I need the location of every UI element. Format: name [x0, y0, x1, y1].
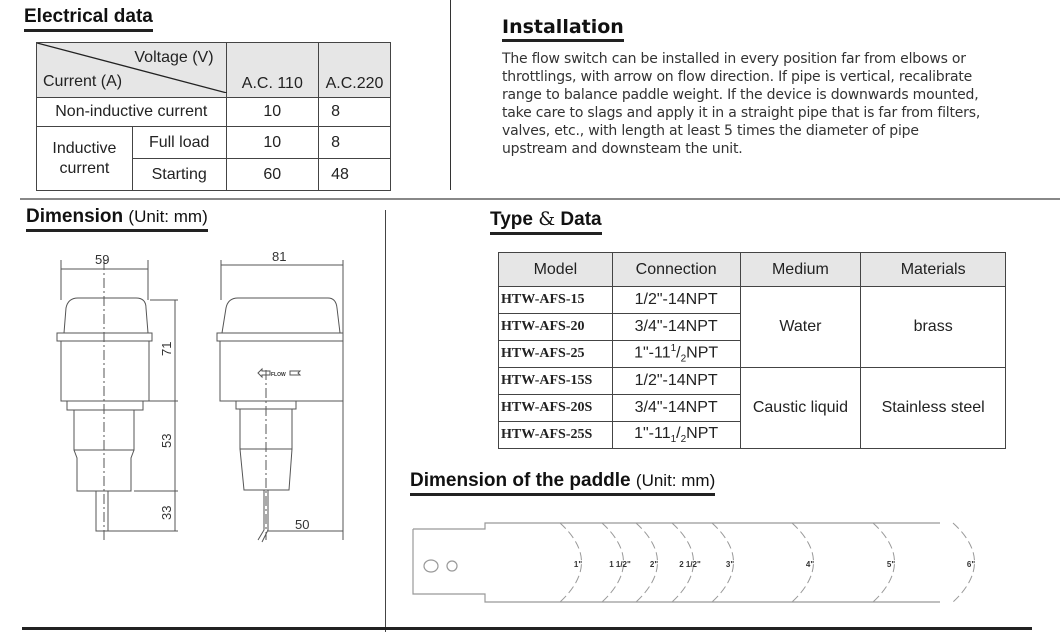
inductive-current-label: Inductive current: [36, 126, 133, 191]
model-cell: HTW-AFS-20: [498, 313, 613, 341]
col-ac220: A.C.220: [318, 42, 391, 98]
material-cell: brass: [860, 286, 1006, 368]
installation-title: Installation: [502, 16, 624, 38]
medium-cell: Water: [739, 286, 862, 368]
header-materials: Materials: [860, 252, 1006, 287]
connection-cell: 1/2"-14NPT: [611, 367, 741, 395]
paddle-size-label: 2 1/2": [679, 560, 701, 569]
material-cell: Stainless steel: [860, 367, 1006, 449]
model-cell: HTW-AFS-25: [498, 340, 613, 368]
connection-cell: 1/2"-14NPT: [611, 286, 741, 314]
header-connection: Connection: [611, 252, 741, 287]
cell-value: 48: [318, 158, 391, 191]
connection-cell: 1"-111/2NPT: [611, 421, 741, 449]
paddle-size-label: 4": [806, 560, 814, 569]
dim-side-width: 81: [272, 249, 286, 264]
cell-value: 10: [225, 97, 320, 127]
front-view: [56, 260, 178, 540]
dimension-title: Dimension: [26, 206, 124, 227]
current-label: Current (A): [43, 73, 123, 90]
paddle-outline-bottom: [412, 529, 940, 603]
table-row: Inductive current Full load 10 8: [36, 126, 391, 191]
medium-cell: Caustic liquid: [739, 367, 862, 449]
installation-text: The flow switch can be installed in ever…: [502, 51, 981, 157]
paddle-unit: (Unit: mm): [635, 471, 716, 490]
dim-paddle-length: 50: [295, 517, 309, 532]
electrical-data-title: Electrical data: [24, 6, 153, 27]
paddle-title: Dimension of the paddle: [410, 470, 631, 491]
flow-arrow-icon: [257, 367, 271, 379]
type-header-row: Model Connection Medium Materials: [498, 252, 1006, 287]
dim-front-width: 59: [95, 252, 109, 267]
header-medium: Medium: [739, 252, 862, 287]
electrical-data-table: Voltage (V) Current (A) A.C. 110 A.C.220…: [36, 42, 391, 191]
paddle-size-label: 1 1/2": [609, 560, 631, 569]
vertical-divider-bottom: [385, 210, 386, 632]
paddle-size-label: 1": [574, 560, 582, 569]
conn-text: 1"-11: [634, 424, 671, 442]
vertical-divider-top: [450, 0, 451, 190]
paddle-outline-top: [413, 522, 940, 530]
type-data-title-amp: &: [538, 208, 556, 230]
section-divider: [20, 198, 1060, 200]
table-row: HTW-AFS-15 1/2"-14NPT Water brass: [498, 286, 1006, 368]
flow-label: FLOW: [271, 372, 286, 378]
cell-value: 8: [318, 126, 391, 159]
conn-text: 1"-11: [634, 344, 671, 362]
conn-sup: 1: [670, 343, 677, 355]
dim-height-bottom: 33: [159, 506, 174, 520]
model-cell: HTW-AFS-25S: [498, 421, 613, 449]
connection-cell: 3/4"-14NPT: [611, 394, 741, 422]
paddle-heading: Dimension of the paddle (Unit: mm): [410, 470, 716, 496]
dimension-heading: Dimension (Unit: mm): [26, 206, 208, 232]
dimension-unit: (Unit: mm): [128, 207, 208, 226]
electrical-header-row: Voltage (V) Current (A) A.C. 110 A.C.220: [36, 42, 391, 98]
model-cell: HTW-AFS-20S: [498, 394, 613, 422]
model-cell: HTW-AFS-15S: [498, 367, 613, 395]
diagonal-header-cell: Voltage (V) Current (A): [36, 42, 227, 98]
dim-height-top: 71: [159, 342, 174, 356]
row-label: Starting: [131, 158, 227, 191]
conn-text: NPT: [686, 424, 719, 442]
row-label: Non-inductive current: [36, 97, 227, 127]
bottom-rule: [22, 627, 1032, 630]
type-data-title-b: Data: [560, 209, 602, 230]
table-row: HTW-AFS-15S 1/2"-14NPT Caustic liquid St…: [498, 367, 1006, 449]
paddle-size-label: 5": [887, 560, 895, 569]
dim-height-mid: 53: [159, 434, 174, 448]
side-view: [216, 260, 344, 543]
dimension-drawing: 59 81 50 71 53 33 FLOW: [56, 249, 344, 543]
header-model: Model: [498, 252, 613, 287]
paddle-size-label: 3": [726, 560, 734, 569]
model-cell: HTW-AFS-15: [498, 286, 613, 314]
connection-cell: 1"-111/2NPT: [611, 340, 741, 368]
mount-hole-icon: [423, 559, 439, 573]
cell-value: 8: [318, 97, 391, 127]
row-label: Full load: [131, 126, 227, 159]
table-row: Non-inductive current 10 8: [36, 97, 391, 127]
voltage-label: Voltage (V): [134, 49, 214, 66]
connection-cell: 3/4"-14NPT: [611, 313, 741, 341]
type-data-heading: Type & Data: [490, 208, 602, 235]
paddle-size-label: 2": [650, 560, 658, 569]
installation-heading: Installation: [502, 16, 624, 42]
cell-value: 10: [225, 126, 320, 159]
col-ac110: A.C. 110: [225, 42, 320, 98]
type-data-title-a: Type: [490, 209, 533, 230]
paddle-size-label: 6": [967, 560, 975, 569]
conn-text: NPT: [686, 344, 719, 362]
type-data-table: Model Connection Medium Materials HTW-AF…: [498, 252, 1006, 449]
electrical-data-heading: Electrical data: [24, 6, 153, 32]
cell-value: 60: [225, 158, 320, 191]
paddle-drawing: 1" 1 1/2" 2" 2 1/2" 3" 4" 5" 6": [412, 522, 975, 603]
mount-hole-icon: [446, 560, 458, 572]
